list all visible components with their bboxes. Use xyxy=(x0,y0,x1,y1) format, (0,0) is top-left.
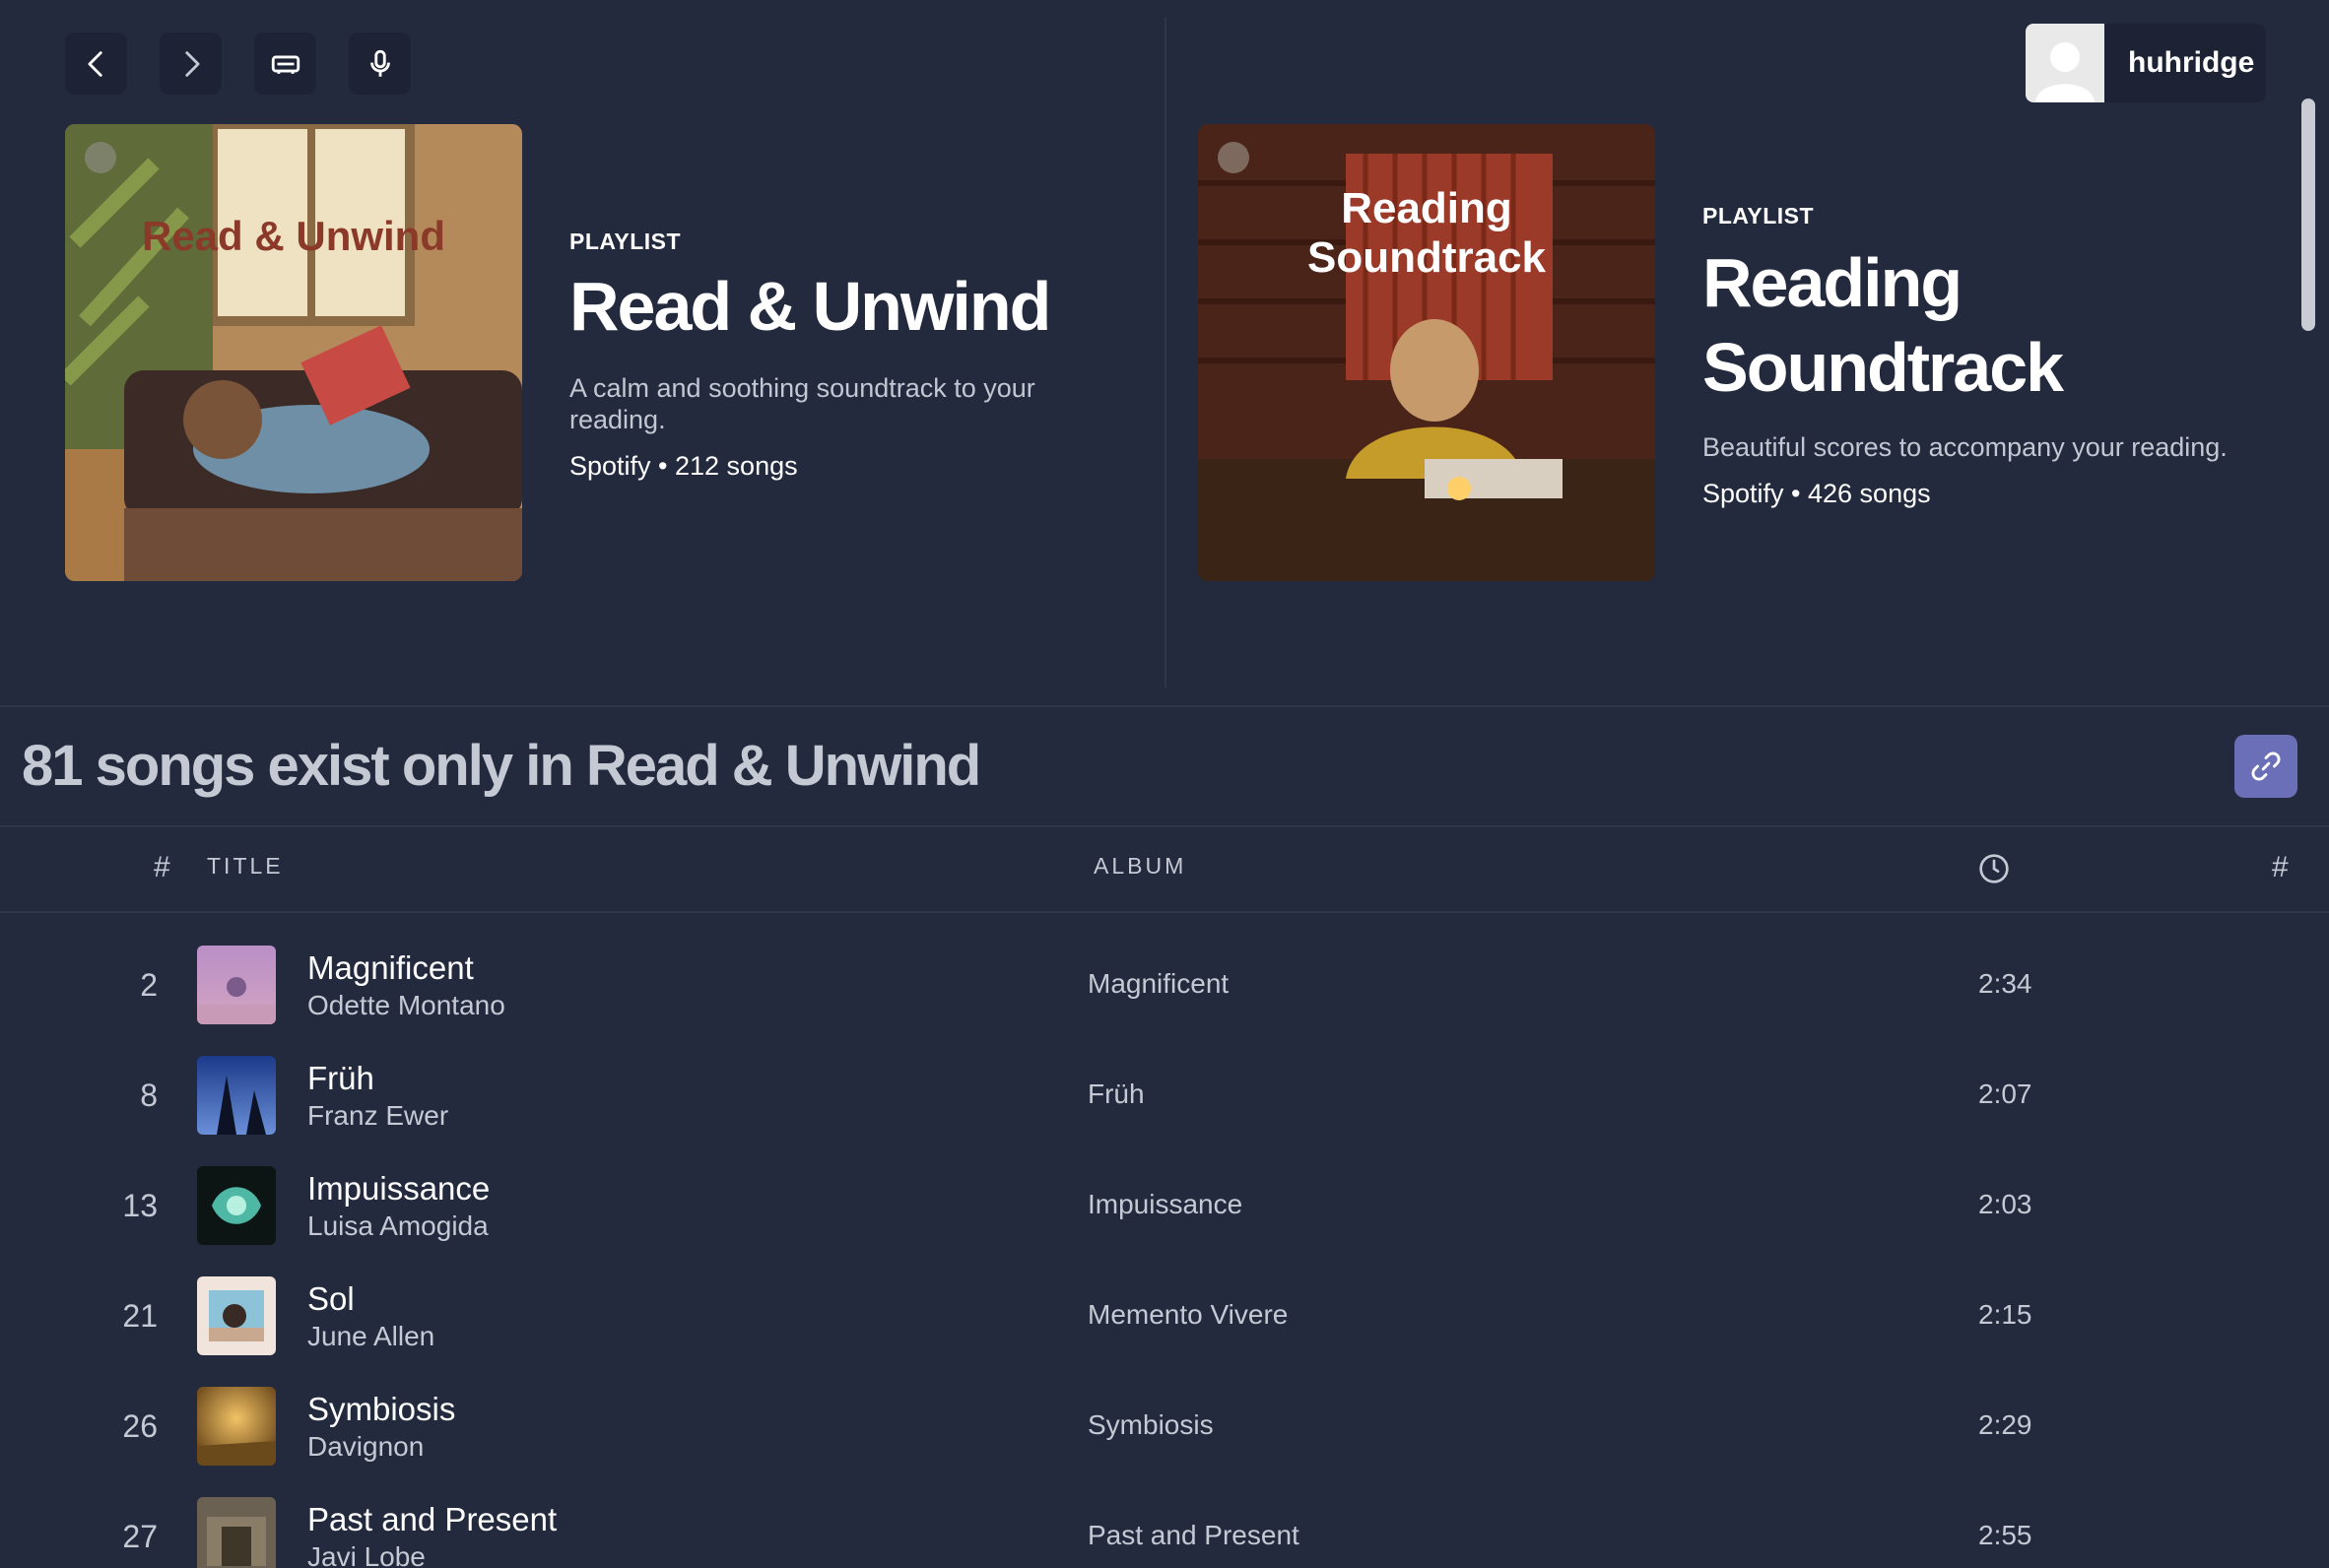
column-header-number[interactable]: # xyxy=(154,851,170,884)
track-number: 27 xyxy=(122,1519,158,1554)
track-album[interactable]: Magnificent xyxy=(1088,968,1229,1000)
track-artist[interactable]: Javi Lobe xyxy=(307,1541,426,1568)
user-name: huhridge xyxy=(2128,46,2255,79)
album-art xyxy=(197,946,276,1024)
track-artist[interactable]: Luisa Amogida xyxy=(307,1210,489,1242)
track-number: 26 xyxy=(122,1408,158,1444)
track-number: 8 xyxy=(140,1078,158,1113)
track-duration: 2:55 xyxy=(1978,1520,2032,1550)
page: huhridge Read & Unwind PLAYLIST Read & U… xyxy=(0,0,2329,1568)
track-title[interactable]: Past and Present xyxy=(307,1501,557,1538)
track-duration: 2:03 xyxy=(1978,1189,2032,1219)
track-title[interactable]: Magnificent xyxy=(307,949,474,987)
playlist-title-line1[interactable]: Reading xyxy=(1702,240,1963,325)
playlist-kicker: PLAYLIST xyxy=(569,229,682,254)
column-header-title[interactable]: TITLE xyxy=(207,853,284,880)
playlist-kicker: PLAYLIST xyxy=(1702,203,1815,229)
chevron-right-icon xyxy=(184,50,199,77)
track-album[interactable]: Früh xyxy=(1088,1078,1145,1110)
comparison-title: 81 songs exist only in Read & Unwind xyxy=(22,734,981,798)
album-art xyxy=(197,1387,276,1466)
album-art xyxy=(197,1056,276,1135)
track-title[interactable]: Symbiosis xyxy=(307,1391,455,1428)
playlist-title[interactable]: Read & Unwind xyxy=(569,264,1051,349)
user-silhouette-icon xyxy=(2035,42,2095,102)
track-list: 2 Magnificent Odette Montano Magnificent… xyxy=(0,936,2329,1568)
table-row[interactable]: 26 Symbiosis Davignon Symbiosis 2:29 xyxy=(0,1377,2329,1487)
table-row[interactable]: 13 Impuissance Luisa Amogida Impuissance… xyxy=(0,1156,2329,1267)
column-header-album[interactable]: ALBUM xyxy=(1094,853,1186,880)
track-artist[interactable]: Odette Montano xyxy=(307,990,505,1021)
forward-button[interactable] xyxy=(160,33,222,95)
divider xyxy=(0,825,2329,827)
playlist-title-line2[interactable]: Soundtrack xyxy=(1702,325,2064,410)
playlist-cover-read-unwind[interactable]: Read & Unwind xyxy=(65,124,522,581)
track-album[interactable]: Past and Present xyxy=(1088,1520,1299,1551)
track-title[interactable]: Sol xyxy=(307,1280,355,1318)
track-album[interactable]: Memento Vivere xyxy=(1088,1299,1288,1331)
cover-title-line1: Reading xyxy=(1341,184,1512,232)
user-menu[interactable]: huhridge xyxy=(2026,24,2266,102)
table-row[interactable]: 8 Früh Franz Ewer Früh 2:07 xyxy=(0,1046,2329,1156)
track-artist[interactable]: Franz Ewer xyxy=(307,1100,448,1132)
microphone-button[interactable] xyxy=(349,33,411,95)
divider xyxy=(0,911,2329,913)
playlist-description: A calm and soothing soundtrack to your r… xyxy=(569,373,1035,434)
track-album[interactable]: Impuissance xyxy=(1088,1189,1242,1220)
copy-link-button[interactable] xyxy=(2234,735,2297,798)
back-button[interactable] xyxy=(65,33,127,95)
album-art xyxy=(197,1166,276,1245)
track-artist[interactable]: June Allen xyxy=(307,1321,434,1352)
track-duration: 2:07 xyxy=(1978,1078,2032,1109)
divider xyxy=(0,705,2329,707)
playlist-meta: Spotify • 426 songs xyxy=(1702,479,1931,508)
track-title[interactable]: Früh xyxy=(307,1060,374,1097)
device-icon xyxy=(271,55,299,74)
album-art xyxy=(197,1276,276,1355)
playlist-cover-reading-soundtrack[interactable]: Reading Soundtrack xyxy=(1198,124,1655,581)
microphone-icon xyxy=(369,49,390,77)
avatar xyxy=(2026,24,2104,102)
chevron-left-icon xyxy=(88,50,102,77)
track-album[interactable]: Symbiosis xyxy=(1088,1409,1214,1441)
table-row[interactable]: 27 Past and Present Javi Lobe Past and P… xyxy=(0,1487,2329,1568)
devices-button[interactable] xyxy=(254,33,316,95)
track-duration: 2:15 xyxy=(1978,1299,2032,1330)
playlist-meta: Spotify • 212 songs xyxy=(569,451,798,481)
track-number: 13 xyxy=(122,1188,158,1223)
scrollbar[interactable] xyxy=(2301,98,2315,331)
cover-title-line2: Soundtrack xyxy=(1307,233,1547,282)
track-number: 21 xyxy=(122,1298,158,1334)
divider xyxy=(1164,18,1166,687)
column-header-right-number[interactable]: # xyxy=(2272,851,2289,884)
playlist-description: Beautiful scores to accompany your readi… xyxy=(1702,432,2228,462)
table-row[interactable]: 2 Magnificent Odette Montano Magnificent… xyxy=(0,936,2329,1046)
link-icon xyxy=(2251,751,2281,781)
track-duration: 2:34 xyxy=(1978,968,2032,999)
table-row[interactable]: 21 Sol June Allen Memento Vivere 2:15 xyxy=(0,1267,2329,1377)
album-art xyxy=(197,1497,276,1568)
cover-title-text: Read & Unwind xyxy=(142,213,445,259)
clock-icon[interactable] xyxy=(1978,853,2010,884)
track-number: 2 xyxy=(140,967,158,1003)
track-duration: 2:29 xyxy=(1978,1409,2032,1440)
track-title[interactable]: Impuissance xyxy=(307,1170,490,1208)
track-artist[interactable]: Davignon xyxy=(307,1431,424,1463)
